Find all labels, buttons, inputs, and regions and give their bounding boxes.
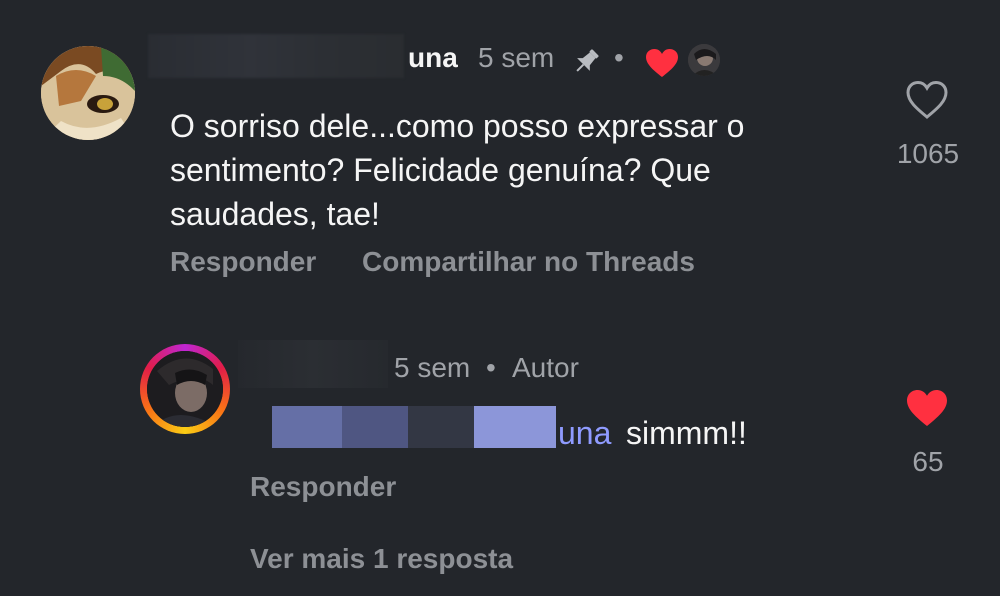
comment-username[interactable]: una [408, 42, 458, 74]
avatar-illustration [41, 46, 135, 140]
author-avatar[interactable] [147, 351, 223, 427]
like-count: 1065 [896, 138, 960, 169]
pin-icon [571, 45, 603, 77]
reply-timestamp: 5 sem [394, 352, 471, 383]
comment-timestamp: 5 sem [478, 42, 555, 73]
heart-icon [645, 48, 679, 78]
redacted-mention [272, 406, 556, 448]
heart-filled-icon[interactable] [905, 388, 949, 428]
creator-avatar [688, 44, 720, 76]
avatar-photo [147, 351, 223, 427]
comment-text: O sorriso dele...como posso expressar o … [170, 108, 745, 232]
heart-outline-icon[interactable] [905, 80, 949, 120]
mention-link[interactable]: una [558, 415, 611, 452]
separator-dot: • [614, 42, 624, 73]
share-threads-button[interactable]: Compartilhar no Threads [362, 246, 695, 278]
view-more-replies-button[interactable]: Ver mais 1 resposta [250, 543, 513, 575]
author-badge: Autor [512, 352, 579, 383]
commenter-avatar[interactable] [41, 46, 135, 140]
redacted-username [148, 34, 404, 78]
reply-button[interactable]: Responder [250, 471, 396, 503]
like-count: 65 [912, 446, 944, 477]
separator-dot: • [486, 352, 496, 383]
reply-text: simmm!! [626, 415, 747, 451]
reply-button[interactable]: Responder [170, 246, 316, 278]
redacted-username [238, 340, 388, 388]
